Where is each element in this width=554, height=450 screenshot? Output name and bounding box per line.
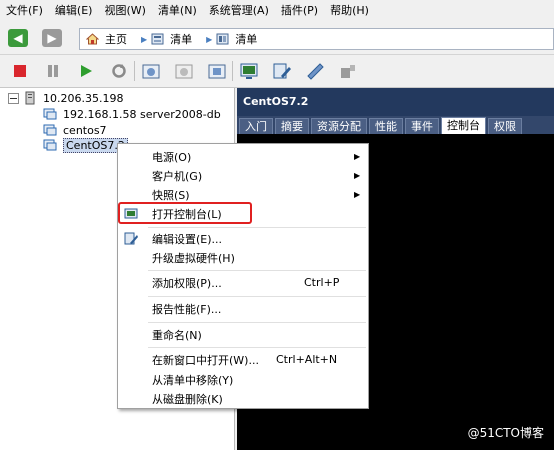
vm-icon <box>43 124 57 136</box>
home-icon <box>86 33 99 45</box>
arrow-right-icon: ▶ <box>47 31 57 45</box>
breadcrumb-inventory[interactable]: 清单 <box>151 31 192 47</box>
back-button[interactable]: ◀ <box>8 29 28 47</box>
vm-title: CentOS7.2 <box>237 88 554 116</box>
breadcrumb-separator-icon: ▶ <box>206 34 213 44</box>
power-on-button[interactable] <box>76 61 96 81</box>
vm-label: 192.168.1.58 server2008-db <box>63 107 221 121</box>
inventory-icon <box>216 33 229 45</box>
tab-permissions[interactable]: 权限 <box>488 118 522 134</box>
suspend-button[interactable] <box>43 61 63 81</box>
submenu-arrow-icon: ▶ <box>354 152 361 161</box>
tab-events[interactable]: 事件 <box>405 118 439 134</box>
menu-item-add-permission[interactable]: 添加权限(P)... Ctrl+P <box>118 273 368 292</box>
detail-tabs: 入门 摘要 资源分配 性能 事件 控制台 权限 <box>237 116 554 134</box>
edit-settings-button[interactable] <box>272 61 292 81</box>
menu-item-report-performance[interactable]: 报告性能(F)... <box>118 299 368 318</box>
toolbar-divider <box>232 61 233 81</box>
menu-separator <box>148 227 366 228</box>
vm-icon <box>43 139 57 151</box>
migrate-button[interactable] <box>305 61 325 81</box>
menu-item-open-new-window[interactable]: 在新窗口中打开(W)... Ctrl+Alt+N <box>118 350 368 369</box>
tab-getting-started[interactable]: 入门 <box>239 118 273 134</box>
revert-snapshot-button[interactable] <box>174 61 194 81</box>
edit-settings-icon <box>273 63 291 79</box>
breadcrumb-home[interactable]: 主页 <box>86 31 127 47</box>
tree-vm-node[interactable]: 192.168.1.58 server2008-db <box>43 106 221 122</box>
migrate-icon <box>307 63 324 80</box>
menu-item-delete-from-disk[interactable]: 从磁盘删除(K) <box>118 389 368 408</box>
tree-host-node[interactable]: 10.206.35.198 <box>8 90 123 106</box>
menu-separator <box>148 270 366 271</box>
breadcrumb-label: 主页 <box>105 33 127 46</box>
stop-icon <box>14 65 26 77</box>
menu-bar: 文件(F) 编辑(E) 视图(W) 清单(N) 系统管理(A) 插件(P) 帮助… <box>0 0 554 22</box>
submenu-arrow-icon: ▶ <box>354 190 361 199</box>
menu-plugins[interactable]: 插件(P) <box>275 0 324 22</box>
tree-vm-node[interactable]: centos7 <box>43 122 107 138</box>
forward-button[interactable]: ▶ <box>42 29 62 47</box>
host-label: 10.206.35.198 <box>43 91 124 105</box>
tree-vm-node-selected[interactable]: CentOS7.2 <box>43 137 128 153</box>
menu-item-remove-from-inventory[interactable]: 从清单中移除(Y) <box>118 370 368 389</box>
toolbar <box>0 55 554 88</box>
menu-inventory[interactable]: 清单(N) <box>152 0 203 22</box>
watermark: @51CTO博客 <box>467 426 544 440</box>
navigation-bar: ◀ ▶ 主页 ▶ 清单 ▶ 清单 <box>0 24 554 55</box>
menu-separator <box>148 347 366 348</box>
tab-performance[interactable]: 性能 <box>369 118 403 134</box>
breadcrumb-label: 清单 <box>235 33 258 46</box>
edit-settings-icon <box>124 232 138 245</box>
menu-file[interactable]: 文件(F) <box>0 0 49 22</box>
reset-button[interactable] <box>109 61 129 81</box>
breadcrumb-separator-icon: ▶ <box>141 34 148 44</box>
console-icon <box>240 63 258 79</box>
collapse-icon[interactable] <box>8 92 19 104</box>
plugin-button[interactable] <box>338 61 358 81</box>
snapshot-manager-icon <box>208 64 226 79</box>
menu-edit[interactable]: 编辑(E) <box>49 0 99 22</box>
context-menu: 电源(O) ▶ 客户机(G) ▶ 快照(S) ▶ 打开控制台(L) 编辑设置(E… <box>117 143 369 409</box>
plugin-icon <box>341 65 355 78</box>
breadcrumb-inventory-current[interactable]: 清单 <box>216 31 257 47</box>
tab-console[interactable]: 控制台 <box>441 117 486 134</box>
menu-view[interactable]: 视图(W) <box>98 0 151 22</box>
menu-item-power[interactable]: 电源(O) ▶ <box>118 147 368 166</box>
pause-icon <box>48 65 58 77</box>
toolbar-divider <box>134 61 135 81</box>
snapshot-button[interactable] <box>141 61 161 81</box>
play-icon <box>81 65 92 77</box>
menu-help[interactable]: 帮助(H) <box>324 0 375 22</box>
menu-item-edit-settings[interactable]: 编辑设置(E)... <box>118 229 368 248</box>
menu-administration[interactable]: 系统管理(A) <box>203 0 275 22</box>
menu-separator <box>148 296 366 297</box>
highlight-box <box>118 202 252 224</box>
vm-label: centos7 <box>63 123 107 137</box>
breadcrumb: 主页 ▶ 清单 ▶ 清单 <box>79 28 554 50</box>
snapshot-manager-button[interactable] <box>207 61 227 81</box>
menu-separator <box>148 322 366 323</box>
submenu-arrow-icon: ▶ <box>354 171 361 180</box>
tab-summary[interactable]: 摘要 <box>275 118 309 134</box>
refresh-icon <box>112 64 126 78</box>
tab-resource-allocation[interactable]: 资源分配 <box>311 118 367 134</box>
menu-item-rename[interactable]: 重命名(N) <box>118 325 368 344</box>
breadcrumb-label: 清单 <box>170 33 193 46</box>
server-icon <box>25 91 35 105</box>
menu-item-upgrade-hardware[interactable]: 升级虚拟硬件(H) <box>118 248 368 267</box>
open-console-button[interactable] <box>239 61 259 81</box>
inventory-icon <box>151 33 164 45</box>
menu-item-guest[interactable]: 客户机(G) ▶ <box>118 166 368 185</box>
vm-icon <box>43 108 57 120</box>
revert-snapshot-icon <box>175 64 193 79</box>
snapshot-icon <box>142 64 160 79</box>
power-off-button[interactable] <box>10 61 30 81</box>
arrow-left-icon: ◀ <box>13 31 23 45</box>
